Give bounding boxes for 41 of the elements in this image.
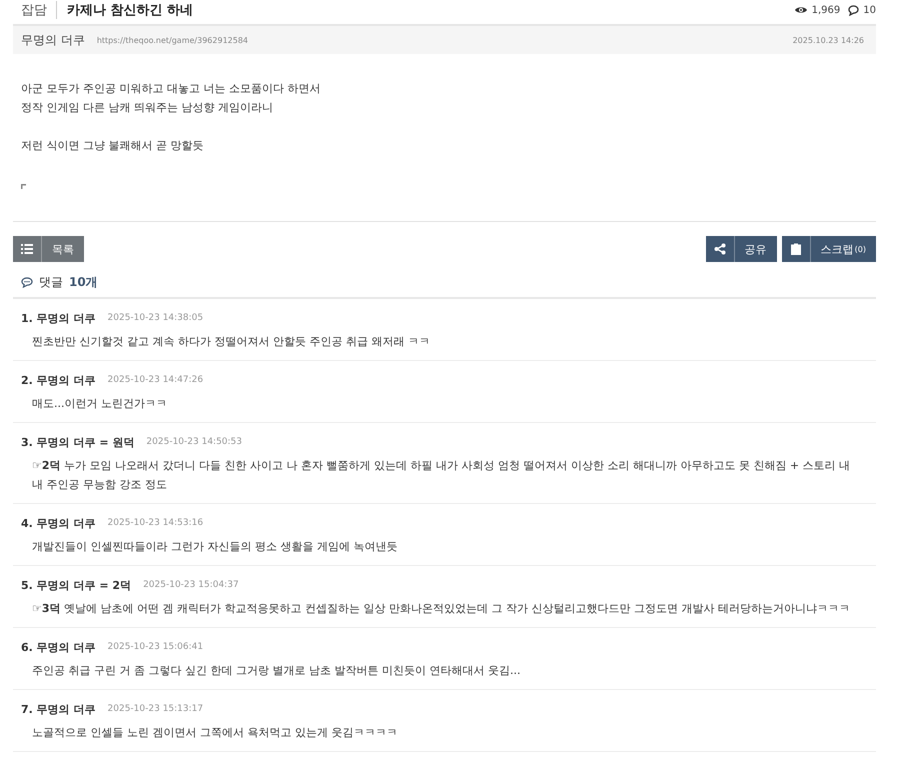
share-button[interactable]: 공유 [706,236,777,262]
share-icon [714,243,726,255]
post-date: 2025.10.23 14:26 [792,36,864,44]
view-count: 1,969 [812,4,840,16]
eye-icon [794,5,808,15]
speech-bubble-icon [848,4,860,16]
comment-text: 매도...이런거 노린건가ㅋㅋ [31,396,168,412]
comment-text: 노골적으로 인셀들 노린 겜이면서 그쪽에서 욕처먹고 있는게 웃김ㅋㅋㅋㅋ [31,725,398,741]
comment-time: 2025-10-23 15:13:17 [108,704,204,714]
comment-author: 5. 무명의 더쿠 = 2덕 [21,578,132,592]
comment-author: 1. 무명의 더쿠 [21,310,96,326]
comment-time: 2025-10-23 15:04:37 [143,580,239,590]
comment-time: 2025-10-23 14:53:16 [108,518,204,528]
comment-time: 2025-10-23 14:47:26 [108,375,204,385]
comment-text: 개발진들이 인셀찐따들이라 그런가 자신들의 평소 생활을 게임에 녹여낸듯 [31,539,398,555]
comment-count: 10 [863,4,876,16]
comment-time: 2025-10-23 14:50:53 [146,437,242,447]
post-paragraph: 아군 모두가 주인공 미워하고 대놓고 너는 소모품이다 하면서 정작 인게임 다른 남캐 띄워주는 남성향 게임이라니 [21,81,322,116]
speech-bubble-icon [21,277,33,288]
comment-text: ☞2덕 누가 모임 나오래서 갔더니 다들 친한 사이고 나 혼자 뻘쭘하게 있는데 하필 내가 사회성 엄청 떨어져서 이상한 소리 해대니까 아무하고도 못 친해짐 + 스토리 내내 주인공 무능함 강조 정도 [31,458,852,493]
comment-time: 2025-10-23 15:06:41 [108,642,204,652]
comments-total: 10개 [69,274,98,291]
comment-text: 찐초반만 신기할것 같고 계속 하다가 정떨어져서 안할듯 주인공 취급 왜저래 ㅋㅋ [31,334,431,350]
list-icon [21,244,33,254]
image-placeholder-icon [21,184,26,189]
comment-author: 7. 무명의 더쿠 [21,702,96,716]
list-button[interactable]: 목록 [13,236,84,262]
comment-author: 6. 무명의 더쿠 [21,640,96,654]
comment-author: 3. 무명의 더쿠 = 원덕 [21,434,134,450]
comments-label: 댓글 [39,274,63,291]
scrap-button[interactable]: 스크랩(0) [782,236,876,262]
comment-text: 주인공 취급 구린 거 좀 그렇다 싶긴 한데 그거랑 별개로 남초 발작버튼 미친듯이 연타해대서 웃김... [31,663,522,679]
comment-author: 4. 무명의 더쿠 [21,516,96,530]
comment-time: 2025-10-23 14:38:05 [108,313,204,323]
comment-text: ☞3덕 옛날에 남초에 어떤 겜 캐릭터가 학교적응못하고 컨셉질하는 일상 만화나온적있었는데 그 작가 신상털리고했다드만 그정도면 개발사 테러당하는거아니냐ㅋㅋㅋ [31,601,851,617]
clipboard-icon [790,243,801,255]
post-title: 카제나 참신하긴 하네 [67,2,194,19]
post-paragraph: 저런 식이면 그냥 불쾌해서 곧 망할듯 [21,138,204,154]
category-label[interactable]: 잡담 [21,1,57,19]
post-author: 무명의 더쿠 [21,32,85,48]
comment-author: 2. 무명의 더쿠 [21,372,96,388]
